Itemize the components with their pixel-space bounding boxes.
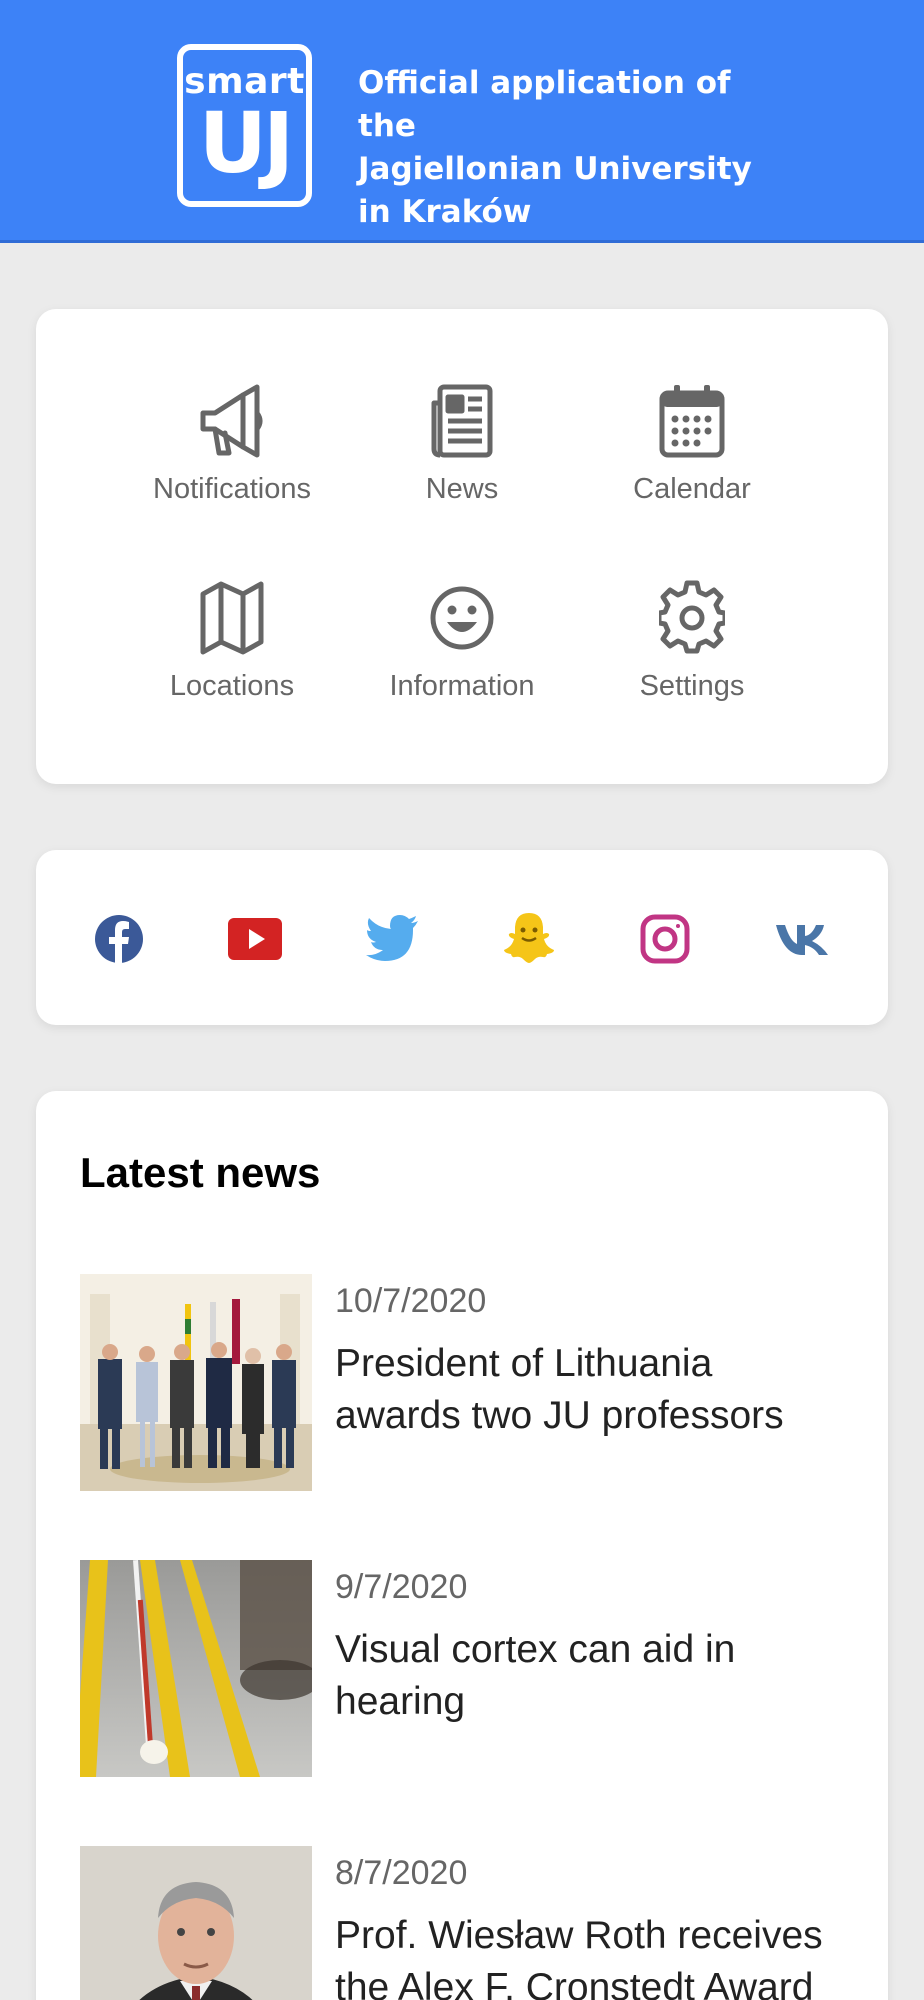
gear-icon	[657, 578, 727, 658]
news-date: 8/7/2020	[335, 1854, 468, 1892]
news-headline: President of Lithuania awards two JU pro…	[335, 1342, 784, 1437]
app-tagline: Official application of the Jagiellonian…	[358, 62, 778, 234]
news-date: 9/7/2020	[335, 1568, 468, 1606]
news-item[interactable]: 10/7/2020 President of Lithuania awards …	[80, 1274, 850, 1492]
news-item[interactable]: 9/7/2020 Visual cortex can aid in hearin…	[80, 1560, 850, 1778]
news-thumbnail-cane	[80, 1560, 312, 1777]
main-menu-card: Notifications News Calendar Locations In…	[36, 309, 888, 784]
logo-text-uj: UJ	[198, 94, 294, 192]
megaphone-icon	[197, 381, 267, 461]
social-links-card	[36, 850, 888, 1025]
tagline-line-1: Official application of the	[358, 65, 731, 144]
calendar-icon	[657, 381, 727, 461]
smiley-icon	[427, 578, 497, 658]
youtube-icon[interactable]	[224, 908, 286, 970]
snapchat-icon[interactable]	[498, 908, 560, 970]
vk-icon[interactable]	[771, 908, 833, 970]
twitter-icon[interactable]	[361, 908, 423, 970]
menu-label-calendar: Calendar	[633, 473, 751, 505]
news-thumbnail-ceremony	[80, 1274, 312, 1491]
menu-item-settings[interactable]: Settings	[554, 578, 830, 748]
menu-item-calendar[interactable]: Calendar	[554, 381, 830, 551]
news-headline: Visual cortex can aid in hearing	[335, 1628, 736, 1723]
news-item[interactable]: 8/7/2020 Prof. Wiesław Roth receives the…	[80, 1846, 850, 2000]
latest-news-card: Latest news 10/7/2020 President of Lithu…	[36, 1091, 888, 2000]
main-menu-grid: Notifications News Calendar Locations In…	[36, 309, 888, 784]
news-thumbnail-portrait	[80, 1846, 312, 2000]
facebook-icon[interactable]	[88, 908, 150, 970]
news-headline: Prof. Wiesław Roth receives the Alex F. …	[335, 1914, 823, 2000]
latest-news-heading: Latest news	[80, 1149, 321, 1196]
social-links-row	[36, 850, 888, 1025]
smart-uj-logo: smart UJ	[177, 44, 312, 207]
newspaper-icon	[427, 381, 497, 461]
instagram-icon[interactable]	[634, 908, 696, 970]
map-icon	[197, 578, 267, 658]
menu-label-settings: Settings	[639, 670, 745, 702]
news-date: 10/7/2020	[335, 1282, 487, 1320]
tagline-line-2: Jagiellonian University	[358, 151, 752, 187]
app-header: smart UJ Official application of the Jag…	[0, 0, 924, 243]
tagline-line-3: in Kraków	[358, 194, 532, 230]
